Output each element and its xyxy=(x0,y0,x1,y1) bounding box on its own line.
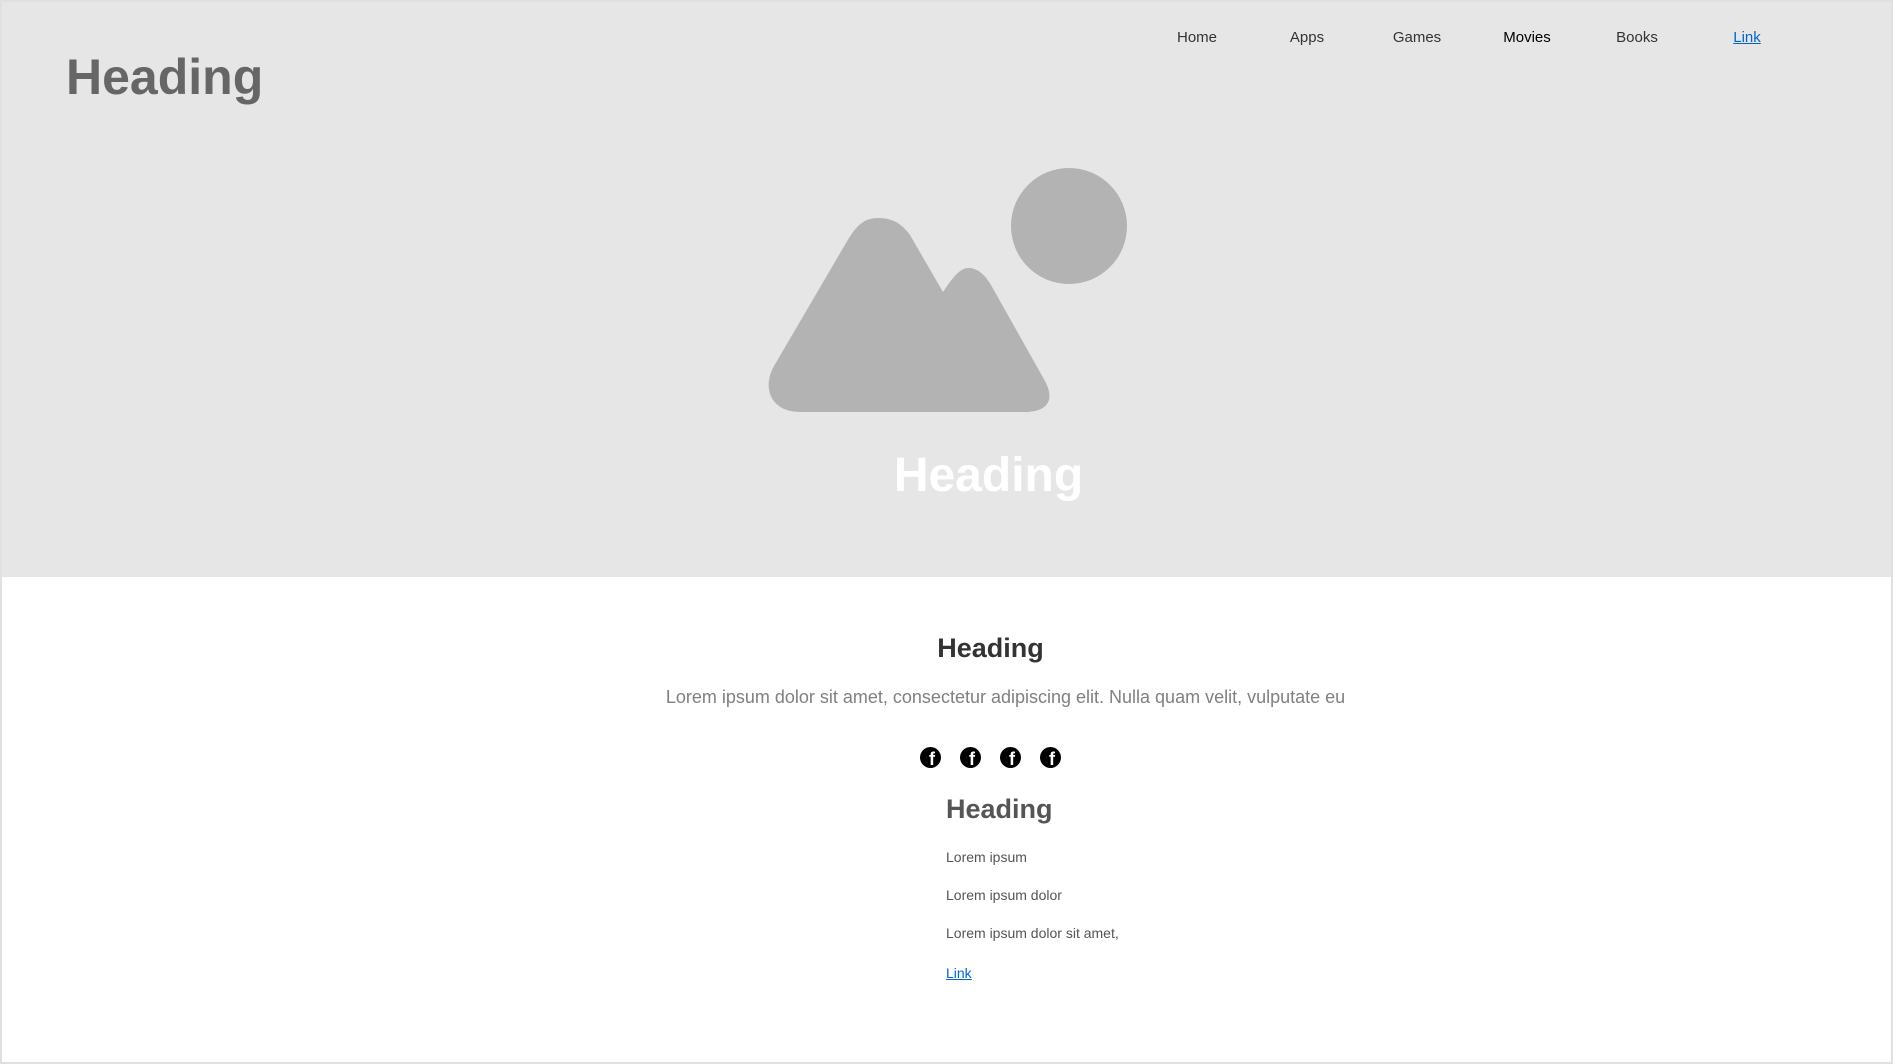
nav-item-games[interactable]: Games xyxy=(1362,28,1472,50)
nav-link[interactable]: Link xyxy=(1692,28,1802,50)
facebook-icon[interactable]: f xyxy=(1040,747,1061,768)
link-list: Heading Lorem ipsum Lorem ipsum dolor Lo… xyxy=(946,794,1346,983)
content-section: Heading Lorem ipsum dolor sit amet, cons… xyxy=(2,577,1891,1062)
facebook-icon[interactable]: f xyxy=(920,747,941,768)
facebook-icon[interactable]: f xyxy=(1000,747,1021,768)
social-icons: f f f f xyxy=(920,747,1061,768)
section-title: Heading xyxy=(937,633,1044,663)
nav-item-apps[interactable]: Apps xyxy=(1252,28,1362,50)
hero-title: Heading xyxy=(893,449,1084,502)
list-item: Lorem ipsum dolor sit amet, xyxy=(946,925,1119,941)
nav-item-movies[interactable]: Movies xyxy=(1472,28,1582,50)
list-item: Lorem ipsum xyxy=(946,849,1027,865)
page: Heading Home Apps Games Movies Books Lin… xyxy=(0,0,1893,1064)
list-item: Lorem ipsum dolor xyxy=(946,887,1062,903)
list-heading: Heading xyxy=(946,794,1053,824)
nav-item-home[interactable]: Home xyxy=(1142,28,1252,50)
hero-section: Heading Home Apps Games Movies Books Lin… xyxy=(2,2,1891,577)
brand-heading: Heading xyxy=(66,49,264,105)
top-nav: Home Apps Games Movies Books Link xyxy=(1142,28,1802,50)
nav-item-books[interactable]: Books xyxy=(1582,28,1692,50)
image-placeholder-icon xyxy=(762,162,1132,418)
section-description: Lorem ipsum dolor sit amet, consectetur … xyxy=(665,687,1346,707)
facebook-icon[interactable]: f xyxy=(960,747,981,768)
list-link[interactable]: Link xyxy=(946,965,972,981)
